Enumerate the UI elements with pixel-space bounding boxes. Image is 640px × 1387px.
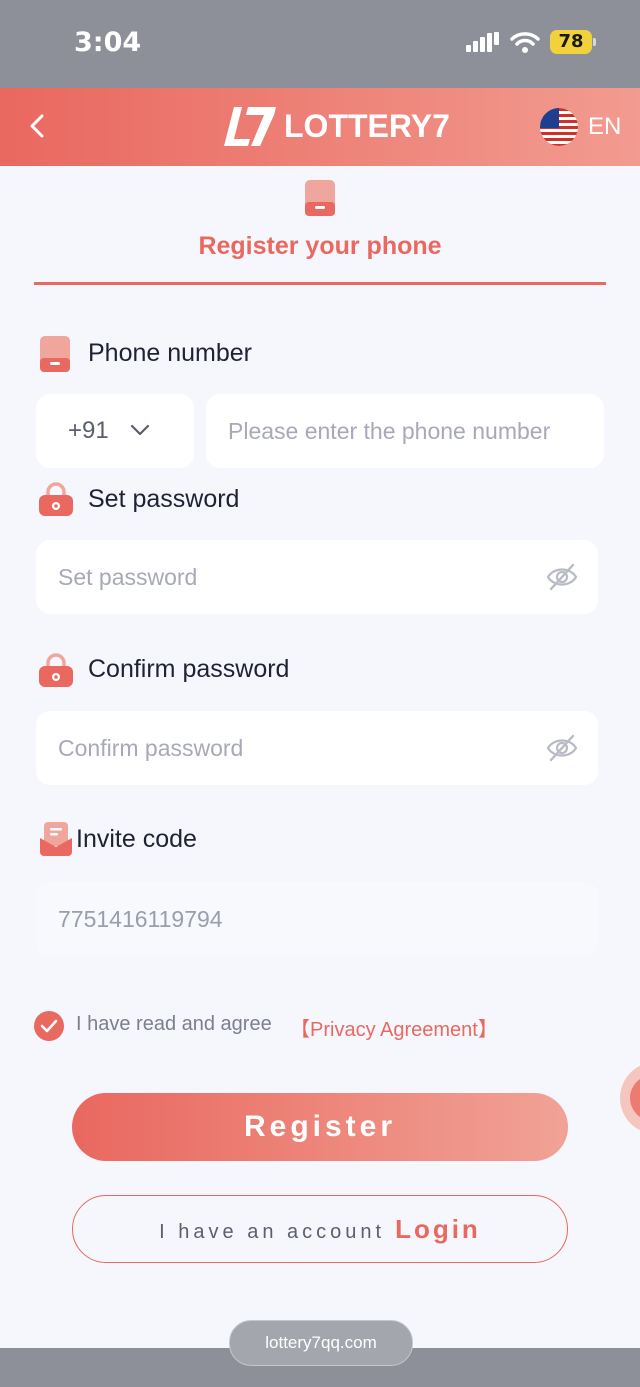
set-password-input[interactable]: Set password [36,540,598,614]
language-selector[interactable]: EN [540,108,621,146]
phone-number-placeholder: Please enter the phone number [228,418,551,444]
browser-url-pill[interactable]: lottery7qq.com [229,1320,413,1366]
set-password-label: Set password [88,485,240,513]
set-password-placeholder: Set password [58,564,198,590]
phone-icon [305,180,335,216]
lock-icon [39,482,73,516]
invite-code-value: 7751416119794 [58,906,223,932]
phone-number-input[interactable]: Please enter the phone number [206,394,604,468]
agree-checkbox[interactable] [34,1011,64,1041]
confirm-password-placeholder: Confirm password [58,735,244,761]
login-button[interactable]: I have an account Login [72,1195,568,1263]
eye-off-icon[interactable] [546,562,578,592]
status-time: 3:04 [74,27,142,58]
country-code-value: +91 [68,417,109,444]
lock-icon [39,653,73,687]
chevron-down-icon [130,424,150,436]
back-arrow-icon[interactable] [20,108,56,144]
battery-indicator: 78 [550,30,592,54]
signal-icon [466,32,499,52]
privacy-agreement-link[interactable]: 【Privacy Agreement】 [290,1013,498,1042]
logo-mark-icon [224,107,276,146]
wifi-icon [510,32,540,53]
invite-icon [40,822,72,856]
confirm-password-input[interactable]: Confirm password [36,711,598,785]
register-button[interactable]: Register [72,1093,568,1161]
have-account-text: I have an account [159,1221,386,1243]
phone-icon [40,336,70,372]
battery-tip [593,38,596,46]
tab-register-phone[interactable]: Register your phone [0,232,640,261]
country-code-select[interactable]: +91 [36,394,194,468]
status-bar: 3:04 78 [0,0,640,88]
check-icon [40,1019,58,1033]
tab-underline [34,282,606,285]
confirm-password-label: Confirm password [88,655,290,683]
logo-text: LOTTERY7 [284,107,450,144]
app-logo: LOTTERY7 [224,102,450,150]
app-header: LOTTERY7 EN [0,88,640,166]
invite-code-input[interactable]: 7751416119794 [36,882,598,956]
phone-number-label: Phone number [88,339,253,367]
eye-off-icon[interactable] [546,733,578,763]
login-link: Login [395,1214,481,1244]
agree-text: I have read and agree [76,1013,272,1035]
us-flag-icon [540,108,578,146]
language-label: EN [588,113,622,140]
invite-code-label: Invite code [76,825,197,853]
